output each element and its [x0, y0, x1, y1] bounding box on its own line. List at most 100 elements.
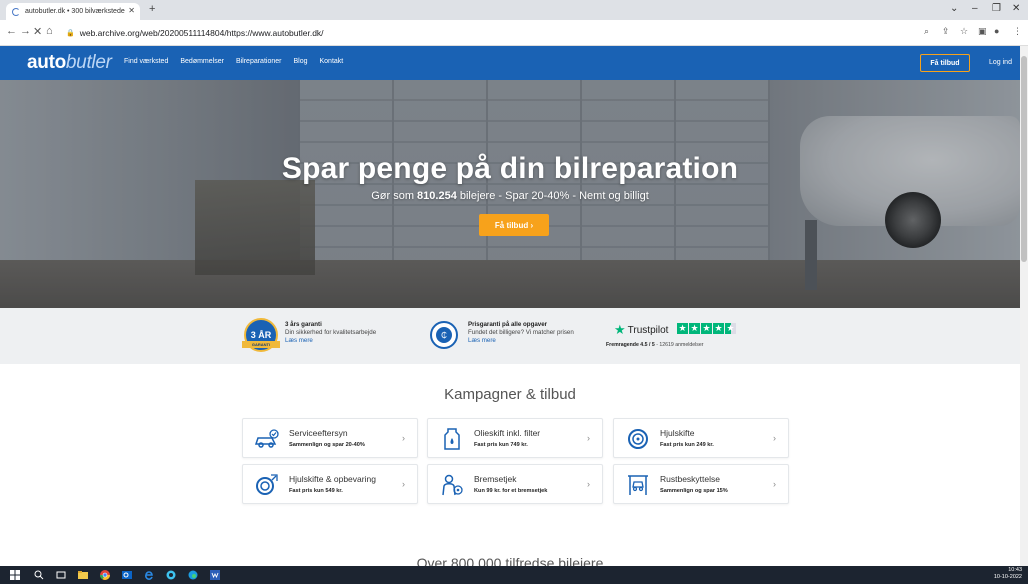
- back-icon[interactable]: ←: [6, 25, 17, 37]
- badge-ribbon: GARANTI: [242, 341, 280, 348]
- price-guarantee-title: Prisgaranti på alle opgaver: [468, 321, 548, 328]
- browser-tab-title: autobutler.dk • 300 bilværkstede: [25, 8, 125, 15]
- star-icon: ★: [725, 323, 736, 334]
- stop-icon[interactable]: ✕: [33, 25, 42, 38]
- trustpilot-stars: ★ ★ ★ ★ ★: [677, 323, 736, 334]
- browser-tab-bar: autobutler.dk • 300 bilværkstede ✕ + ⌄ –…: [0, 0, 1028, 20]
- car-lift-icon: [625, 473, 651, 497]
- taskbar-clock[interactable]: 10:43 10-10-2022: [994, 567, 1022, 581]
- hero-sub-count: 810.254: [417, 190, 457, 202]
- chevron-right-icon: ›: [587, 479, 590, 489]
- app-icon[interactable]: [166, 570, 176, 580]
- campaign-card-bremsetjek[interactable]: Bremsetjek Kun 99 kr. for et bremsetjek …: [427, 464, 603, 504]
- price-guarantee-text: Fundet det billigere? Vi matcher prisen: [468, 329, 574, 336]
- nav-bedommelser[interactable]: Bedømmelser: [180, 58, 224, 65]
- card-title: Bremsetjek: [474, 474, 517, 484]
- sidepanel-icon[interactable]: ▣: [978, 26, 987, 37]
- tab-search-icon[interactable]: ⌄: [950, 3, 958, 14]
- new-tab-icon[interactable]: +: [149, 3, 155, 15]
- main-nav: Find værksted Bedømmelser Bilreparatione…: [124, 58, 343, 65]
- share-icon[interactable]: ⇪: [942, 26, 950, 37]
- card-subtitle: Sammenlign og spar 15%: [660, 488, 728, 494]
- edge-icon[interactable]: [188, 570, 198, 580]
- minimize-icon[interactable]: –: [972, 3, 978, 14]
- chevron-right-icon: ›: [587, 433, 590, 443]
- url-field[interactable]: 🔒 web.archive.org/web/20200511114804/htt…: [60, 24, 920, 42]
- forward-icon[interactable]: →: [20, 25, 31, 37]
- card-subtitle: Kun 99 kr. for et bremsetjek: [474, 488, 548, 494]
- scrollbar-thumb[interactable]: [1021, 56, 1027, 262]
- maximize-icon[interactable]: ❐: [992, 3, 1001, 14]
- menu-icon[interactable]: ⋮: [1013, 26, 1022, 37]
- trustpilot-star-icon: ★: [614, 322, 626, 337]
- hero-title: Spar penge på din bilreparation: [281, 152, 739, 185]
- star-icon: ★: [677, 323, 688, 334]
- campaigns-title: Kampagner & tilbud: [444, 386, 576, 403]
- card-subtitle: Fast pris kun 249 kr.: [660, 442, 714, 448]
- file-explorer-icon[interactable]: [78, 570, 88, 580]
- chevron-right-icon: ›: [773, 433, 776, 443]
- bookmark-star-icon[interactable]: ☆: [960, 26, 968, 37]
- close-tab-icon[interactable]: ✕: [128, 6, 135, 15]
- outlook-icon[interactable]: [122, 570, 132, 580]
- hero-get-offer-button[interactable]: Få tilbud ›: [479, 214, 549, 236]
- star-icon: ★: [701, 323, 712, 334]
- chevron-right-icon: ›: [402, 433, 405, 443]
- search-icon[interactable]: [34, 570, 44, 580]
- card-title: Olieskift inkl. filter: [474, 428, 541, 438]
- hero-subtitle: Gør som 810.254 bilejere - Spar 20-40% -…: [0, 190, 1020, 202]
- campaign-card-rustbeskyttelse[interactable]: Rustbeskyttelse Sammenlign og spar 15% ›: [613, 464, 789, 504]
- close-window-icon[interactable]: ✕: [1012, 3, 1020, 14]
- chevron-right-icon: ›: [402, 479, 405, 489]
- nav-find-vaerksted[interactable]: Find værksted: [124, 58, 168, 65]
- windows-start-icon[interactable]: [10, 570, 20, 580]
- guarantee-info: 3 års garanti Din sikkerhed for kvalitet…: [285, 321, 376, 345]
- clock-time: 10:43: [1008, 567, 1022, 573]
- star-icon: ★: [713, 323, 724, 334]
- tp-rating: Fremragende 4.5 / 5: [606, 342, 655, 348]
- trustpilot-logo[interactable]: ★ Trustpilot: [614, 322, 668, 338]
- campaign-card-hjulskifte[interactable]: Hjulskifte Fast pris kun 249 kr. ›: [613, 418, 789, 458]
- trustpilot-name: Trustpilot: [627, 324, 669, 336]
- header-get-offer-button[interactable]: Få tilbud: [920, 54, 970, 72]
- autobutler-logo[interactable]: autobutler: [27, 52, 112, 74]
- loading-icon: [12, 7, 20, 16]
- guarantee-title: 3 års garanti: [285, 321, 322, 328]
- nav-bilreparationer[interactable]: Bilreparationer: [236, 58, 282, 65]
- lock-icon: 🔒: [66, 30, 75, 37]
- task-view-icon[interactable]: [56, 570, 66, 580]
- campaign-card-hjulskifte-opbevaring[interactable]: Hjulskifte & opbevaring Fast pris kun 54…: [242, 464, 418, 504]
- car-check-icon: [254, 427, 280, 451]
- word-icon[interactable]: [210, 570, 220, 580]
- page-scrollbar[interactable]: [1020, 46, 1028, 566]
- site-header: autobutler Find værksted Bedømmelser Bil…: [0, 46, 1020, 80]
- price-guarantee-info: Prisgaranti på alle opgaver Fundet det b…: [468, 321, 574, 345]
- price-guarantee-read-more-link[interactable]: Læs mere: [468, 337, 574, 345]
- mechanic-icon: [439, 473, 465, 497]
- edge-legacy-icon[interactable]: [144, 570, 154, 580]
- profile-icon[interactable]: ●: [994, 26, 999, 36]
- campaign-card-serviceeftersyn[interactable]: Serviceeftersyn Sammenlign og spar 20-40…: [242, 418, 418, 458]
- guarantee-read-more-link[interactable]: Læs mere: [285, 337, 376, 345]
- price-guarantee-icon: ₵: [430, 321, 458, 349]
- chrome-icon[interactable]: [100, 570, 110, 580]
- home-icon[interactable]: ⌂: [46, 25, 53, 37]
- card-title: Serviceeftersyn: [289, 428, 348, 438]
- login-link[interactable]: Log ind: [989, 59, 1012, 66]
- card-title: Hjulskifte & opbevaring: [289, 474, 376, 484]
- card-subtitle: Sammenlign og spar 20-40%: [289, 442, 365, 448]
- hero-section: Spar penge på din bilreparation Gør som …: [0, 80, 1020, 308]
- tp-reviews: - 12619 anmeldelser: [656, 342, 704, 348]
- nav-blog[interactable]: Blog: [293, 58, 307, 65]
- campaign-card-olieskift[interactable]: Olieskift inkl. filter Fast pris kun 749…: [427, 418, 603, 458]
- windows-taskbar: 10:43 10-10-2022: [0, 566, 1028, 584]
- zoom-icon[interactable]: ⌕: [924, 26, 929, 37]
- tire-storage-icon: [254, 473, 280, 497]
- trustpilot-rating-text: Fremragende 4.5 / 5 - 12619 anmeldelser: [606, 342, 703, 348]
- card-title: Rustbeskyttelse: [660, 474, 720, 484]
- tire-icon: [625, 427, 651, 451]
- guarantee-text: Din sikkerhed for kvalitetsarbejde: [285, 329, 377, 336]
- nav-kontakt[interactable]: Kontakt: [319, 58, 343, 65]
- three-year-guarantee-badge: 3 ÅR GARANTI: [242, 318, 280, 352]
- browser-tab[interactable]: autobutler.dk • 300 bilværkstede ✕: [6, 3, 140, 20]
